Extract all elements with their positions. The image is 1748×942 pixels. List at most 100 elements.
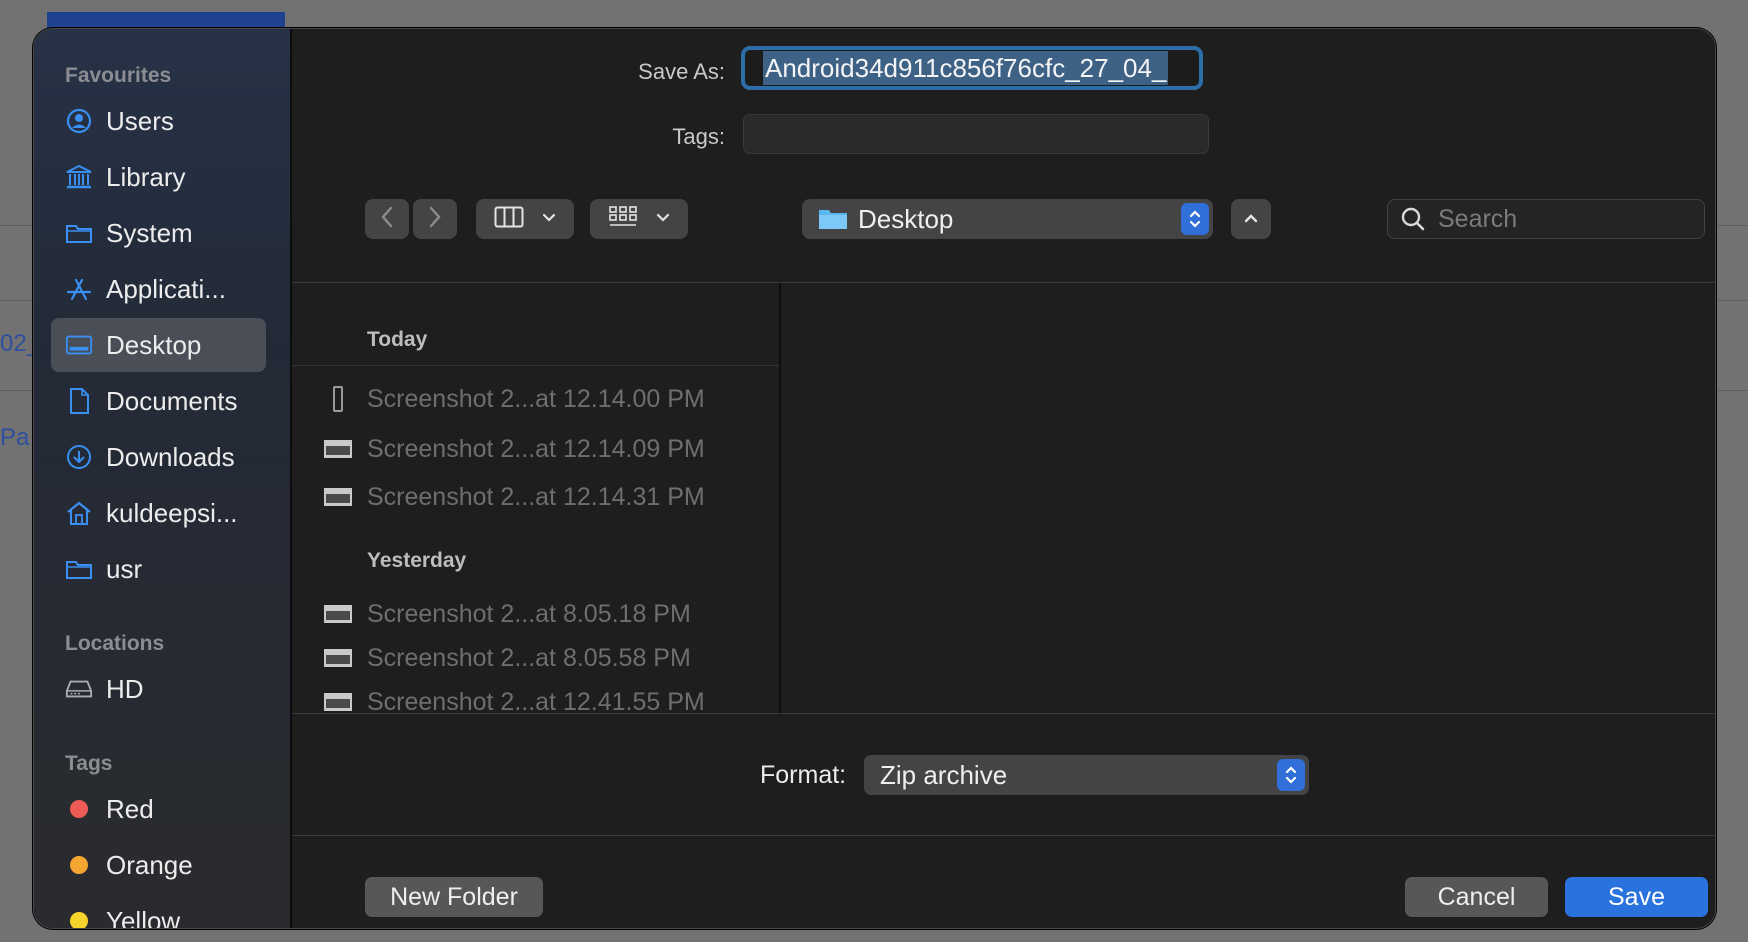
- file-name: Screenshot 2...at 8.05.18 PM: [367, 599, 691, 628]
- file-name: Screenshot 2...at 8.05.58 PM: [367, 643, 691, 672]
- file-name: Screenshot 2...at 12.41.55 PM: [367, 687, 705, 714]
- main-panel: Save As: Android34d911c856f76cfc_27_04_ …: [292, 29, 1715, 928]
- format-label: Format:: [760, 761, 847, 789]
- file-row[interactable]: Screenshot 2...at 12.14.09 PM: [323, 429, 705, 469]
- popup-stepper-icon: [1277, 759, 1305, 791]
- file-name: Screenshot 2...at 12.14.31 PM: [367, 482, 705, 511]
- library-icon: [65, 163, 93, 191]
- sidebar-item-label: Yellow: [106, 905, 181, 929]
- folder-icon: [818, 207, 848, 231]
- tags-label: Tags:: [672, 124, 725, 149]
- search-placeholder: Search: [1438, 204, 1518, 233]
- footer-divider: [292, 835, 1715, 836]
- sidebar-item-home[interactable]: kuldeepsi...: [51, 486, 266, 540]
- group-header-yesterday: Yesterday: [367, 549, 467, 572]
- user-circle-icon: [65, 107, 93, 135]
- red-tag-dot-icon: [70, 800, 88, 818]
- home-icon: [65, 499, 93, 527]
- sidebar-item-library[interactable]: Library: [51, 150, 266, 204]
- locations-header: Locations: [65, 632, 165, 655]
- sidebar-tag-yellow[interactable]: Yellow: [51, 894, 266, 929]
- sidebar-item-label: Downloads: [106, 441, 235, 472]
- sidebar-item-label: Desktop: [106, 329, 202, 360]
- popup-stepper-icon: [1181, 203, 1209, 235]
- screenshot-file-icon: [323, 691, 353, 713]
- sidebar-item-label: usr: [106, 553, 143, 584]
- format-select[interactable]: Zip archive: [864, 755, 1309, 795]
- screenshot-file-icon: [323, 386, 353, 412]
- screenshot-file-icon: [323, 603, 353, 625]
- save-as-value: Android34d911c856f76cfc_27_04_: [763, 51, 1169, 85]
- screenshot-file-icon: [323, 486, 353, 508]
- document-icon: [65, 387, 93, 415]
- group-by-button[interactable]: [590, 199, 688, 239]
- column-divider: [779, 283, 781, 713]
- file-name: Screenshot 2...at 12.14.09 PM: [367, 434, 705, 463]
- sidebar-item-label: System: [106, 217, 193, 248]
- search-icon: [1400, 206, 1426, 232]
- location-value: Desktop: [858, 203, 954, 234]
- sidebar-item-label: HD: [106, 673, 144, 704]
- sidebar-item-usr[interactable]: usr: [51, 542, 266, 596]
- sidebar-item-label: Library: [106, 161, 186, 192]
- save-button[interactable]: Save: [1565, 877, 1708, 917]
- back-button[interactable]: [365, 199, 409, 239]
- background-text: Pa: [0, 424, 30, 451]
- chevron-down-icon: [542, 210, 556, 228]
- chevron-up-icon: [1244, 210, 1258, 228]
- sidebar-item-hd[interactable]: HD: [51, 662, 266, 716]
- cancel-button[interactable]: Cancel: [1405, 877, 1548, 917]
- save-as-label: Save As:: [638, 59, 725, 84]
- save-dialog: Favourites Users Library System Applicat…: [33, 28, 1716, 929]
- file-row[interactable]: Screenshot 2...at 12.14.00 PM: [323, 379, 705, 419]
- sidebar-item-label: kuldeepsi...: [106, 497, 238, 528]
- file-row[interactable]: Screenshot 2...at 12.14.31 PM: [323, 477, 705, 517]
- sidebar-item-applications[interactable]: Applicati...: [51, 262, 266, 316]
- sidebar-item-system[interactable]: System: [51, 206, 266, 260]
- file-row[interactable]: Screenshot 2...at 8.05.18 PM: [323, 594, 691, 634]
- format-value: Zip archive: [880, 759, 1008, 790]
- view-mode-button[interactable]: [476, 199, 574, 239]
- sidebar-item-documents[interactable]: Documents: [51, 374, 266, 428]
- group-divider: [292, 365, 779, 366]
- forward-button[interactable]: [413, 199, 457, 239]
- download-icon: [65, 443, 93, 471]
- sidebar-tag-red[interactable]: Red: [51, 782, 266, 836]
- tags-header: Tags: [65, 752, 113, 775]
- disk-icon: [65, 675, 93, 703]
- file-row[interactable]: Screenshot 2...at 12.41.55 PM: [323, 682, 705, 713]
- favourites-header: Favourites: [65, 64, 172, 87]
- screenshot-file-icon: [323, 438, 353, 460]
- chevron-right-icon: [428, 205, 442, 234]
- screenshot-file-icon: [323, 647, 353, 669]
- chevron-left-icon: [380, 205, 394, 234]
- file-name: Screenshot 2...at 12.14.00 PM: [367, 384, 705, 413]
- sidebar-tag-orange[interactable]: Orange: [51, 838, 266, 892]
- collapse-button[interactable]: [1231, 199, 1271, 239]
- sidebar-item-label: Red: [106, 793, 154, 824]
- applications-icon: [65, 275, 93, 303]
- sidebar: Favourites Users Library System Applicat…: [34, 29, 292, 928]
- grid-icon: [608, 205, 638, 234]
- group-header-today: Today: [367, 328, 428, 351]
- sidebar-item-desktop[interactable]: Desktop: [51, 318, 266, 372]
- orange-tag-dot-icon: [70, 856, 88, 874]
- folder-icon: [65, 555, 93, 583]
- location-select[interactable]: Desktop: [802, 199, 1213, 239]
- sidebar-item-label: Users: [106, 105, 174, 136]
- columns-view-icon: [494, 206, 524, 233]
- file-row[interactable]: Screenshot 2...at 8.05.58 PM: [323, 638, 691, 678]
- folder-icon: [65, 219, 93, 247]
- tags-input[interactable]: [743, 114, 1209, 154]
- save-as-input[interactable]: Android34d911c856f76cfc_27_04_: [741, 46, 1203, 90]
- sidebar-item-downloads[interactable]: Downloads: [51, 430, 266, 484]
- sidebar-item-label: Applicati...: [106, 273, 226, 304]
- new-folder-button[interactable]: New Folder: [365, 877, 543, 917]
- sidebar-item-users[interactable]: Users: [51, 94, 266, 148]
- search-input[interactable]: Search: [1387, 199, 1705, 239]
- sidebar-item-label: Documents: [106, 385, 238, 416]
- browser-bottom-divider: [292, 713, 1715, 714]
- sidebar-item-label: Orange: [106, 849, 193, 880]
- yellow-tag-dot-icon: [70, 912, 88, 928]
- file-browser-column[interactable]: Today Screenshot 2...at 12.14.00 PM Scre…: [292, 283, 779, 713]
